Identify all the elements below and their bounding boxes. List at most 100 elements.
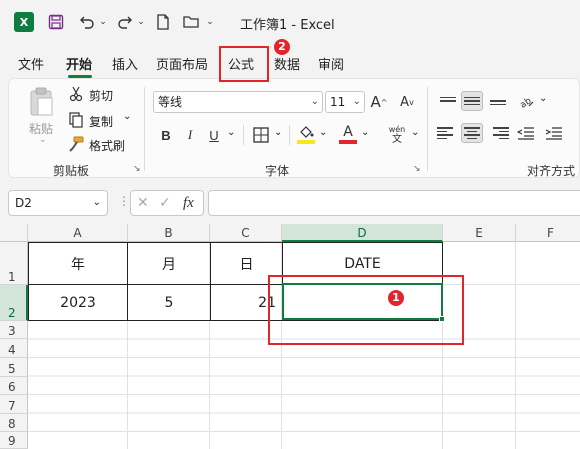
new-file-icon[interactable] — [154, 12, 172, 32]
clipboard-group-label: 剪贴板 — [53, 164, 90, 178]
clipboard-launcher-icon[interactable]: ↘ — [133, 164, 141, 174]
font-color-letter: A — [343, 124, 353, 140]
chevron-down-icon: ⌄ — [310, 96, 319, 107]
cell-a2[interactable]: 2023 — [28, 284, 128, 321]
row-number: 8 — [8, 417, 16, 431]
font-name-value: 等线 — [158, 95, 183, 109]
row-header-9[interactable]: 9 — [0, 432, 28, 449]
row-header-5[interactable]: 5 — [0, 358, 28, 377]
tab-page-layout[interactable]: 页面布局 — [156, 54, 208, 73]
formula-input[interactable] — [208, 190, 580, 216]
row-number: 2 — [8, 306, 16, 320]
alignment-group-label: 对齐方式 — [527, 164, 576, 178]
increase-indent-icon[interactable] — [543, 123, 565, 143]
step-marker-2: 2 — [274, 39, 290, 55]
row-header-8[interactable]: 8 — [0, 414, 28, 432]
paste-dropdown-icon[interactable]: ⌄ — [39, 135, 47, 145]
ribbon-panel: 粘贴 ⌄ 剪切 复制 ⌄ 格式刷 剪贴板 ↘ 等线 ⌄ 11 ⌄ A ^ Av B… — [8, 78, 580, 178]
undo-dropdown-icon[interactable]: ⌄ — [98, 12, 108, 32]
row-header-3[interactable]: 3 — [0, 321, 28, 339]
underline-dropdown-icon[interactable]: ⌄ — [227, 127, 235, 138]
row-header-2[interactable]: 2 — [0, 285, 28, 321]
column-header-b[interactable]: B — [128, 224, 210, 242]
undo-icon[interactable] — [76, 12, 98, 32]
column-header-e[interactable]: E — [443, 224, 516, 242]
align-right-icon[interactable] — [487, 123, 509, 143]
row-number: 9 — [8, 434, 16, 448]
decrease-indent-icon[interactable] — [515, 123, 537, 143]
align-middle-icon[interactable] — [461, 91, 483, 111]
phonetic-dropdown-icon[interactable]: ⌄ — [411, 127, 419, 138]
font-launcher-icon[interactable]: ↘ — [413, 164, 421, 174]
align-center-icon[interactable] — [461, 123, 483, 143]
save-icon[interactable] — [46, 12, 66, 32]
open-folder-icon[interactable] — [182, 12, 202, 32]
window-title: 工作簿1 - Excel — [240, 18, 335, 33]
fill-color-dropdown-icon[interactable]: ⌄ — [319, 127, 327, 138]
paste-icon[interactable] — [27, 87, 57, 117]
font-group-label: 字体 — [265, 164, 290, 178]
cut-label[interactable]: 剪切 — [89, 87, 113, 104]
row-header-1[interactable]: 1 — [0, 242, 28, 285]
underline-button[interactable]: U — [205, 125, 223, 145]
increase-font-icon: A — [370, 93, 381, 111]
align-bottom-icon[interactable] — [487, 91, 509, 111]
column-header-c[interactable]: C — [210, 224, 282, 242]
quick-access-dropdown-icon[interactable]: ⌄ — [204, 12, 216, 32]
row-number: 1 — [8, 270, 16, 284]
bold-button[interactable]: B — [157, 125, 175, 145]
column-header-a[interactable]: A — [28, 224, 128, 242]
font-color-swatch — [339, 140, 357, 144]
orientation-dropdown-icon[interactable]: ⌄ — [539, 93, 547, 104]
select-all-corner[interactable] — [0, 224, 28, 242]
tab-home[interactable]: 开始 — [66, 54, 92, 73]
cell-b2[interactable]: 5 — [127, 284, 211, 321]
column-header-f[interactable]: F — [516, 224, 580, 242]
row-header-4[interactable]: 4 — [0, 339, 28, 358]
fill-color-icon[interactable] — [295, 123, 317, 145]
tab-review[interactable]: 审阅 — [318, 54, 344, 73]
tab-insert[interactable]: 插入 — [112, 54, 138, 73]
name-box[interactable]: D2 ⌄ — [8, 190, 108, 216]
column-header-d[interactable]: D — [282, 224, 443, 242]
redo-icon[interactable] — [114, 12, 136, 32]
border-dropdown-icon[interactable]: ⌄ — [274, 127, 282, 138]
row-number: 3 — [8, 324, 16, 338]
phonetic-guide-icon[interactable]: wén 文 — [385, 123, 409, 147]
more-options-icon[interactable]: ⋮ — [118, 194, 130, 208]
tab-data[interactable]: 数据 — [274, 54, 300, 73]
format-painter-label[interactable]: 格式刷 — [89, 137, 125, 154]
scissors-icon[interactable] — [67, 85, 85, 103]
cancel-icon[interactable]: ✕ — [137, 195, 149, 211]
title-bar: X ⌄ ⌄ ⌄ 工作簿1 - Excel — [0, 0, 580, 44]
italic-button[interactable]: I — [181, 125, 199, 145]
format-painter-icon[interactable] — [67, 135, 85, 153]
row-header-7[interactable]: 7 — [0, 395, 28, 414]
tab-file[interactable]: 文件 — [18, 54, 44, 73]
cell-a1[interactable]: 年 — [28, 242, 128, 285]
font-name-select[interactable]: 等线 ⌄ — [153, 91, 323, 113]
row-header-6[interactable]: 6 — [0, 377, 28, 395]
insert-function-icon[interactable]: fx — [183, 195, 194, 212]
border-icon[interactable] — [251, 125, 271, 145]
increase-font-size-button[interactable]: A ^ — [369, 91, 389, 113]
copy-icon[interactable] — [67, 111, 85, 129]
align-top-icon[interactable] — [437, 91, 459, 111]
phonetic-bottom-text: 文 — [392, 134, 402, 145]
svg-text:ab: ab — [519, 96, 534, 109]
font-color-icon[interactable]: A — [337, 123, 359, 145]
orientation-icon[interactable]: ab — [515, 91, 537, 111]
cell-b1[interactable]: 月 — [127, 242, 211, 285]
enter-icon[interactable]: ✓ — [159, 195, 171, 211]
font-color-dropdown-icon[interactable]: ⌄ — [361, 127, 369, 138]
chevron-down-icon: ⌄ — [92, 197, 101, 208]
copy-dropdown-icon[interactable]: ⌄ — [123, 111, 131, 122]
copy-label[interactable]: 复制 — [89, 113, 113, 130]
fill-color-swatch — [297, 139, 315, 144]
font-size-select[interactable]: 11 ⌄ — [325, 91, 365, 113]
decrease-font-size-button[interactable]: Av — [397, 91, 417, 113]
redo-dropdown-icon[interactable]: ⌄ — [136, 12, 146, 32]
formula-bar: D2 ⌄ ⋮ ✕ ✓ fx — [0, 184, 580, 224]
excel-logo-icon: X — [14, 12, 34, 32]
align-left-icon[interactable] — [437, 123, 459, 143]
